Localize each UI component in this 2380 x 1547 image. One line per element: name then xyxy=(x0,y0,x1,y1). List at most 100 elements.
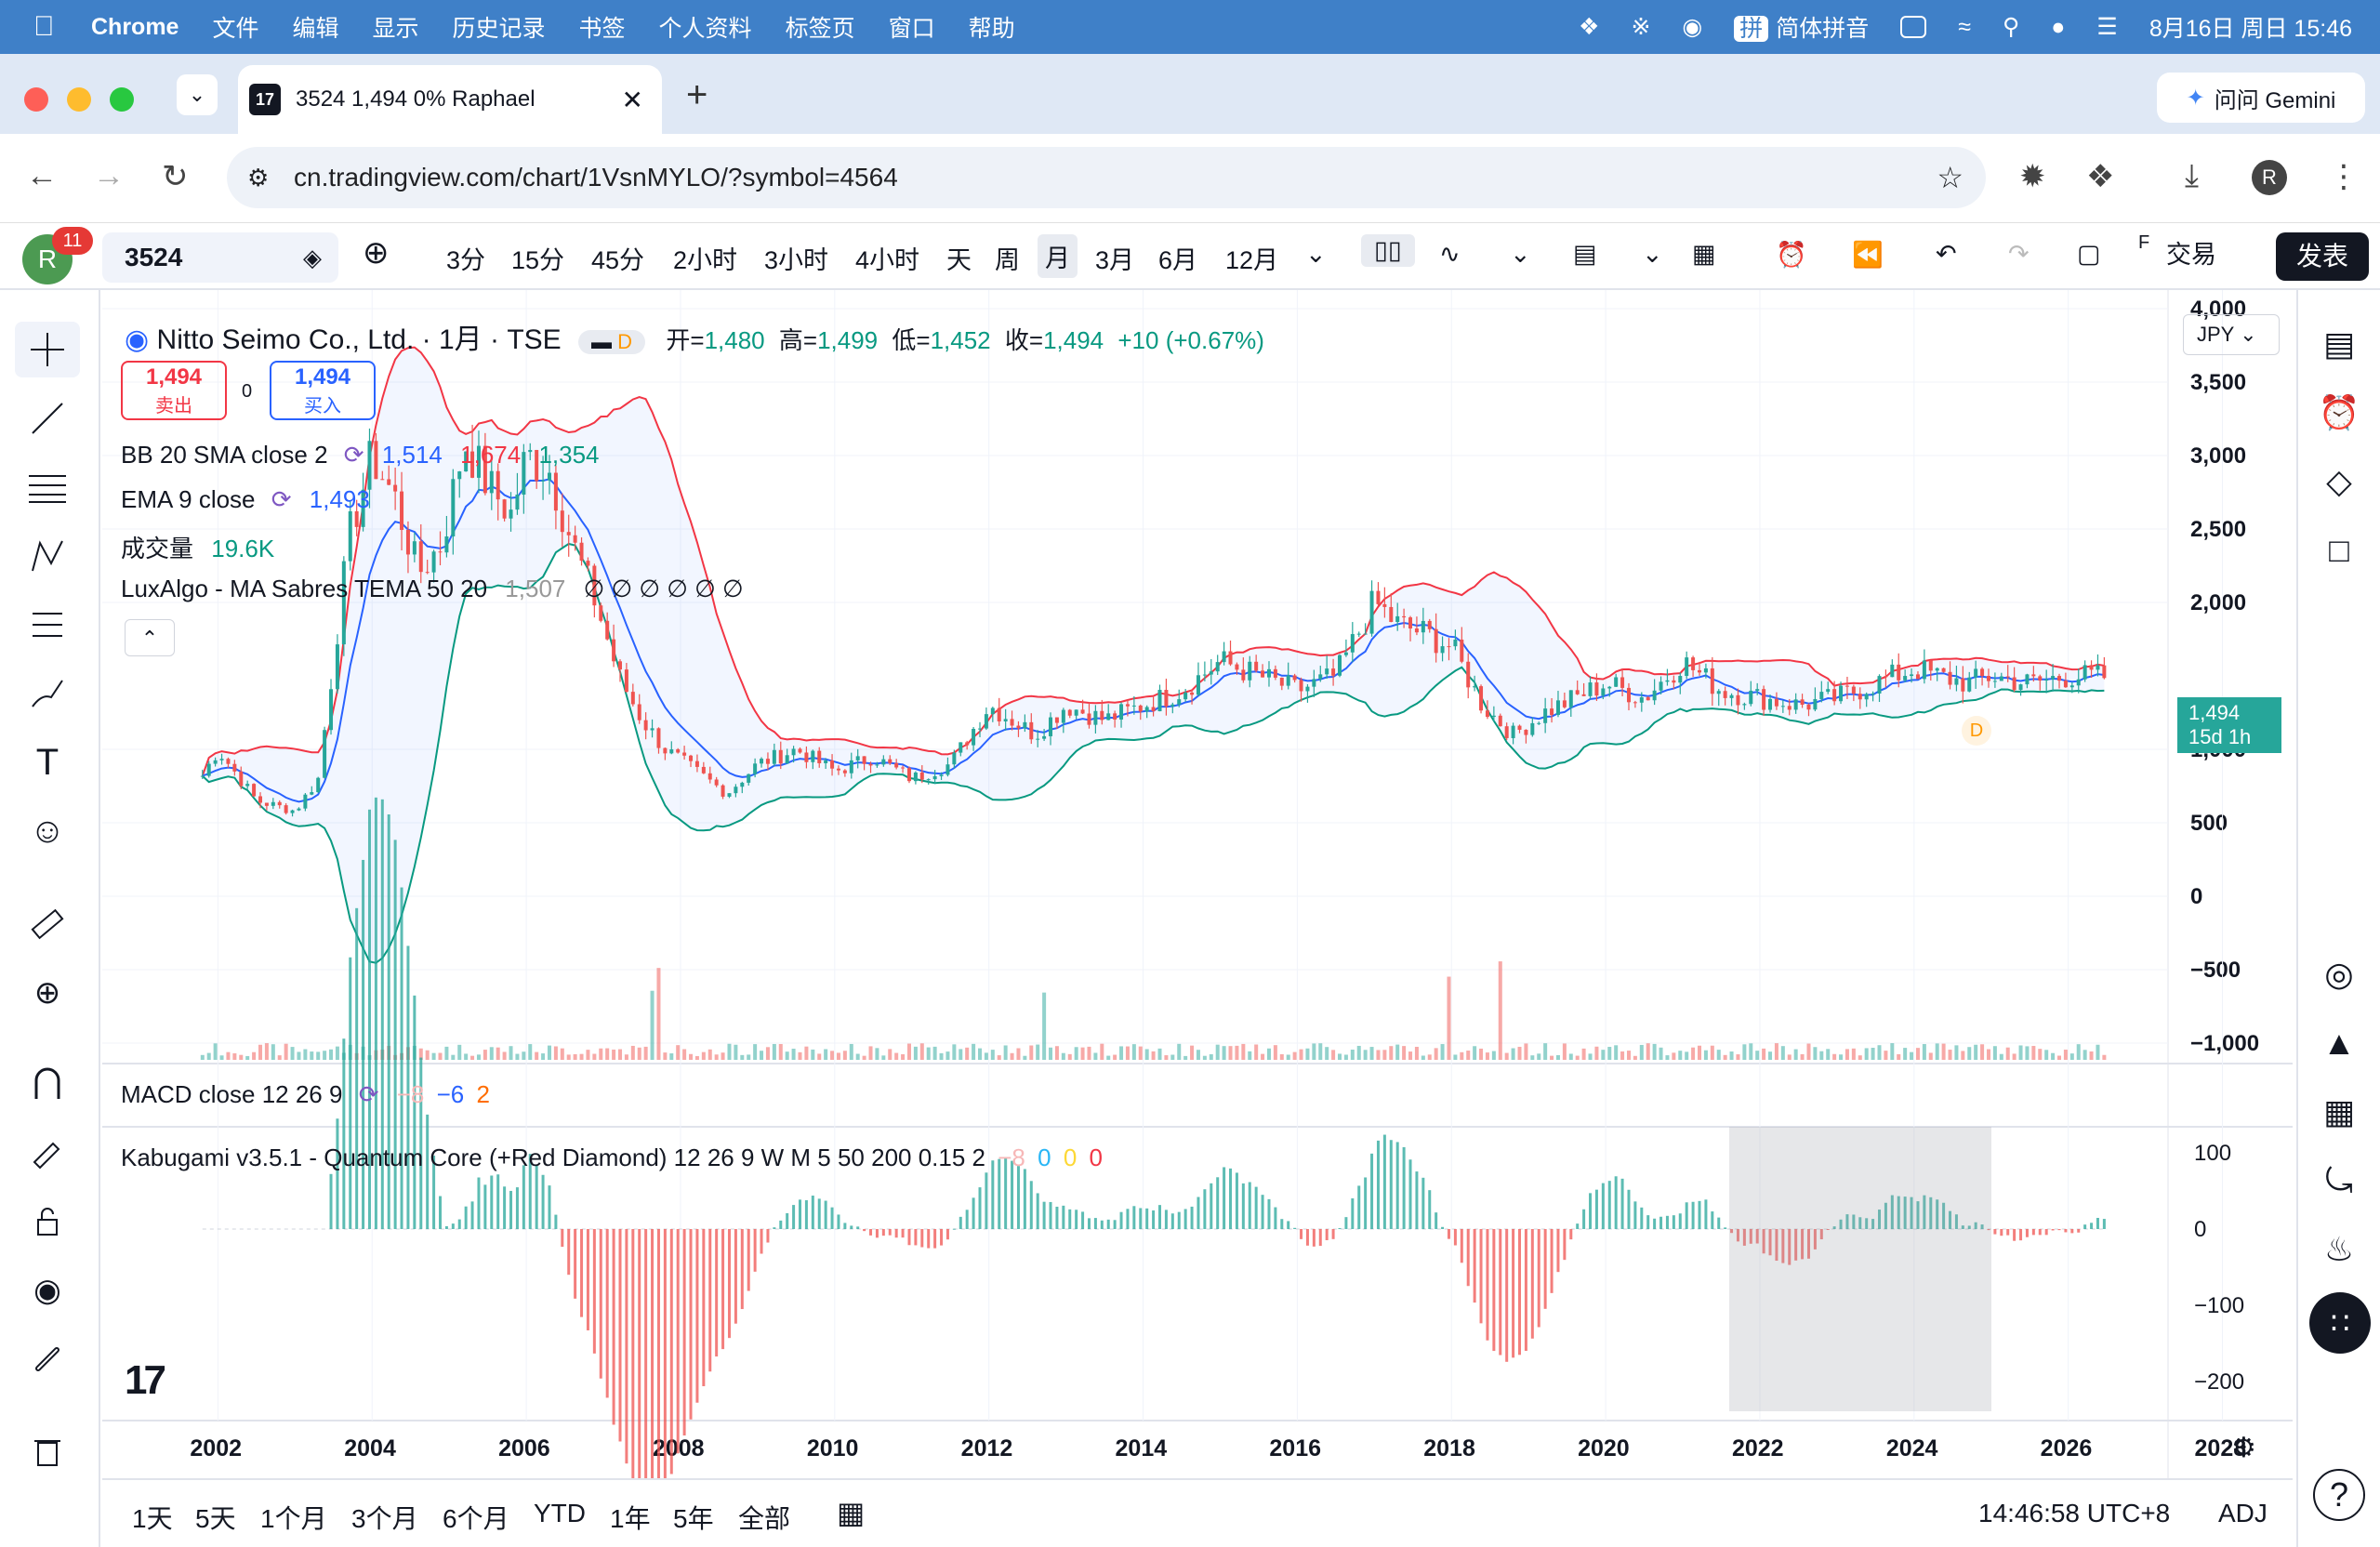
timeframe-3month[interactable]: 3月 xyxy=(1095,240,1134,276)
range-5d[interactable]: 5天 xyxy=(195,1499,236,1536)
pattern-icon[interactable] xyxy=(15,528,80,584)
range-1d[interactable]: 1天 xyxy=(132,1499,173,1536)
address-bar[interactable]: ⚙ cn.tradingview.com/chart/1VsnMYLO/?sym… xyxy=(227,147,1986,208)
menu-item[interactable]: 标签页 xyxy=(786,10,855,44)
back-arrow-icon[interactable]: ← xyxy=(26,158,58,194)
forward-arrow-icon[interactable]: → xyxy=(93,158,125,194)
link-icon[interactable] xyxy=(15,1331,80,1387)
menu-item[interactable]: 显示 xyxy=(373,10,419,44)
menu-item[interactable]: 书签 xyxy=(579,10,626,44)
crosshair-icon[interactable] xyxy=(15,322,80,377)
input-method-indicator[interactable]: 拼简体拼音 xyxy=(1734,10,1869,44)
notifications-bell-icon[interactable]: ♨ xyxy=(2313,1223,2365,1276)
dividend-marker[interactable]: D xyxy=(1962,716,1991,746)
timeframe-15m[interactable]: 15分 xyxy=(511,240,564,276)
range-3m[interactable]: 3个月 xyxy=(351,1499,418,1536)
kabugami-legend[interactable]: Kabugami v3.5.1 - Quantum Core (+Red Dia… xyxy=(121,1144,1103,1172)
more-vertical-icon[interactable]: ⋮ xyxy=(2328,158,2360,195)
menu-item[interactable]: 窗口 xyxy=(889,10,935,44)
trash-icon[interactable] xyxy=(15,1422,80,1478)
chart-area[interactable]: 4,0003,5003,0002,5002,0001,0005000−500−1… xyxy=(102,290,2293,1547)
close-tab-icon[interactable]: ✕ xyxy=(622,85,643,115)
trendline-icon[interactable] xyxy=(15,390,80,446)
range-all[interactable]: 全部 xyxy=(738,1499,790,1536)
strategy-dropdown-icon[interactable]: ⌄ xyxy=(1642,240,1663,269)
close-window-button[interactable] xyxy=(24,87,48,112)
new-tab-icon[interactable]: + xyxy=(686,74,707,116)
site-info-icon[interactable]: ⚙ xyxy=(247,164,269,192)
fullscreen-icon[interactable]: ▢ xyxy=(2077,240,2101,269)
alerts-clock-icon[interactable]: ⏰ xyxy=(2313,387,2365,439)
menu-item[interactable]: 文件 xyxy=(212,10,258,44)
legend-collapse-pill[interactable]: ▬ D xyxy=(578,330,646,354)
redo-icon[interactable]: ↷ xyxy=(2008,240,2030,269)
timeframe-4h[interactable]: 4小时 xyxy=(855,240,919,276)
add-compare-icon[interactable]: ⊕ xyxy=(363,234,390,271)
refresh-icon[interactable]: ⟳ xyxy=(271,485,292,513)
timeframe-month[interactable]: 月 xyxy=(1038,234,1078,278)
layout-grid-icon[interactable]: ▦ xyxy=(1692,240,1716,269)
indicators-dropdown-icon[interactable]: ⌄ xyxy=(1510,240,1531,269)
bookmark-star-icon[interactable]: ☆ xyxy=(1937,160,1964,195)
timeframe-week[interactable]: 周 xyxy=(995,240,1020,276)
openai-extension-icon[interactable]: ✹ xyxy=(2019,158,2046,195)
candles-chart-type-icon[interactable]: ▯▯ xyxy=(1361,234,1415,267)
browser-tab[interactable]: 17 3524 1,494 0% Raphael ✕ xyxy=(238,65,662,134)
calendar-icon[interactable]: ▦ xyxy=(2313,1086,2365,1138)
layers-icon[interactable]: ◇ xyxy=(2313,456,2365,508)
undo-icon[interactable]: ↶ xyxy=(1936,240,1957,269)
menu-item[interactable]: 编辑 xyxy=(292,10,338,44)
text-tool-icon[interactable]: T xyxy=(15,734,80,790)
timeframe-2h[interactable]: 2小时 xyxy=(673,240,737,276)
lock-drawing-icon[interactable] xyxy=(15,1125,80,1181)
tradingview-logo-icon[interactable]: 17 xyxy=(125,1357,166,1404)
go-to-date-icon[interactable]: ▦ xyxy=(837,1495,865,1530)
indicators-icon[interactable]: ∿ xyxy=(1439,240,1461,269)
minimize-window-button[interactable] xyxy=(67,87,91,112)
refresh-icon[interactable]: ⟳ xyxy=(359,1080,379,1108)
dropbox-icon[interactable]: ❖ xyxy=(1579,13,1599,41)
ideas-icon[interactable]: ▲ xyxy=(2313,1017,2365,1069)
ema-legend[interactable]: EMA 9 close ⟳ 1,493 xyxy=(121,485,370,514)
timeframe-dropdown-chevron-icon[interactable]: ⌄ xyxy=(1305,240,1327,269)
help-icon[interactable]: ? xyxy=(2313,1469,2365,1521)
macd-legend[interactable]: MACD close 12 26 9 ⟳ −8 −6 2 xyxy=(121,1080,490,1109)
range-5y[interactable]: 5年 xyxy=(673,1499,714,1536)
replay-icon[interactable]: ⏪ xyxy=(1852,240,1884,270)
zoom-window-button[interactable] xyxy=(110,87,134,112)
timeframe-12month[interactable]: 12月 xyxy=(1225,240,1278,276)
spotlight-search-icon[interactable]: ⚲ xyxy=(2003,13,2019,41)
wifi-icon[interactable]: ≈ xyxy=(1958,14,1971,41)
symbol-title[interactable]: Nitto Seimo Co., Ltd. · 1月 · TSE xyxy=(157,324,562,355)
bb-legend[interactable]: BB 20 SMA close 2 ⟳ 1,514 1,674 1,354 xyxy=(121,441,600,469)
refresh-icon[interactable]: ⟳ xyxy=(344,441,364,469)
range-1y[interactable]: 1年 xyxy=(610,1499,651,1536)
publish-button[interactable]: 发表 xyxy=(2276,232,2369,281)
strategy-icon[interactable]: ▤ xyxy=(1573,240,1597,269)
forecast-icon[interactable] xyxy=(15,597,80,653)
apps-grid-icon[interactable]: ∷ xyxy=(2309,1292,2371,1354)
stream-icon[interactable]: ⤿ xyxy=(2313,1155,2365,1207)
siri-icon[interactable]: ● xyxy=(2051,14,2065,41)
reload-icon[interactable]: ↻ xyxy=(162,158,189,195)
watchlist-icon[interactable]: ▤ xyxy=(2313,318,2365,370)
diamond-icon[interactable]: ◈ xyxy=(303,232,322,283)
currency-selector[interactable]: JPY ⌄ xyxy=(2183,314,2280,355)
alert-icon[interactable]: ⏰ xyxy=(1776,240,1807,270)
timeframe-45m[interactable]: 45分 xyxy=(591,240,644,276)
timeframe-6month[interactable]: 6月 xyxy=(1158,240,1197,276)
menubar-clock[interactable]: 8月16日 周日 15:46 xyxy=(2149,10,2352,44)
sell-button[interactable]: 1,494 卖出 xyxy=(121,361,227,420)
profile-avatar[interactable]: R xyxy=(2252,160,2287,195)
extensions-puzzle-icon[interactable]: ❖ xyxy=(2086,158,2114,195)
tab-search-chevron-icon[interactable]: ⌄ xyxy=(177,74,218,115)
adjust-toggle[interactable]: ADJ xyxy=(2218,1499,2268,1528)
buy-button[interactable]: 1,494 买入 xyxy=(270,361,376,420)
emoji-icon[interactable]: ☺ xyxy=(15,803,80,859)
trade-button[interactable]: 交易 xyxy=(2166,234,2216,271)
hide-drawings-eye-icon[interactable]: ◉ xyxy=(15,1263,80,1318)
range-1m[interactable]: 1个月 xyxy=(260,1499,327,1536)
range-6m[interactable]: 6个月 xyxy=(443,1499,509,1536)
airdrop-icon[interactable]: ◉ xyxy=(1682,13,1702,41)
brush-icon[interactable] xyxy=(15,666,80,721)
